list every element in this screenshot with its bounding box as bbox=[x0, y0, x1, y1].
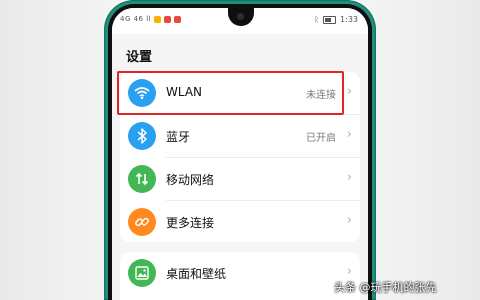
settings-item-bluetooth[interactable]: 蓝牙 已开启 › bbox=[120, 115, 360, 158]
settings-item-mobile-network[interactable]: 移动网络 › bbox=[120, 158, 360, 201]
watermark: 头条 @玩手机的张先 bbox=[334, 281, 437, 294]
status-right: ᚱ 1:33 bbox=[314, 15, 358, 24]
wallpaper-icon bbox=[128, 259, 156, 287]
settings-item-label: 桌面和壁纸 bbox=[166, 267, 227, 281]
signal-text: 4G 46 ll bbox=[120, 15, 152, 23]
status-time: 1:33 bbox=[340, 15, 358, 24]
chevron-right-icon: › bbox=[346, 84, 352, 99]
chevron-right-icon: › bbox=[346, 127, 352, 142]
status-bar: 4G 46 ll ᚱ 1:33 bbox=[112, 8, 368, 34]
notification-app-icon bbox=[164, 15, 172, 23]
notification-app-icon bbox=[154, 15, 162, 23]
chevron-right-icon: › bbox=[346, 213, 352, 228]
front-camera-icon bbox=[237, 13, 244, 20]
mobile-data-icon bbox=[128, 165, 156, 193]
page-title: 设置 bbox=[126, 50, 153, 65]
bluetooth-icon bbox=[128, 122, 156, 150]
settings-item-label: 更多连接 bbox=[166, 216, 215, 230]
settings-item-desktop-wallpaper[interactable]: 桌面和壁纸 › bbox=[120, 252, 360, 295]
settings-item-more-connections[interactable]: 更多连接 › bbox=[120, 201, 360, 244]
settings-card-display: 桌面和壁纸 › bbox=[120, 252, 360, 300]
settings-item-value: 已开启 bbox=[306, 133, 336, 144]
settings-item-label: 蓝牙 bbox=[166, 130, 191, 144]
notification-app-icon bbox=[174, 15, 182, 23]
phone-screen: 4G 46 ll ᚱ 1:33 设置 WLAN 未连接 › 蓝牙 已开启 › 移… bbox=[112, 8, 368, 300]
highlight-box bbox=[117, 71, 344, 115]
bluetooth-status-icon: ᚱ bbox=[314, 15, 320, 24]
battery-icon bbox=[323, 15, 337, 24]
chevron-right-icon: › bbox=[346, 264, 352, 279]
chevron-right-icon: › bbox=[346, 170, 352, 185]
link-icon bbox=[128, 208, 156, 236]
settings-item-label: 移动网络 bbox=[166, 173, 215, 187]
status-left: 4G 46 ll bbox=[120, 15, 182, 23]
